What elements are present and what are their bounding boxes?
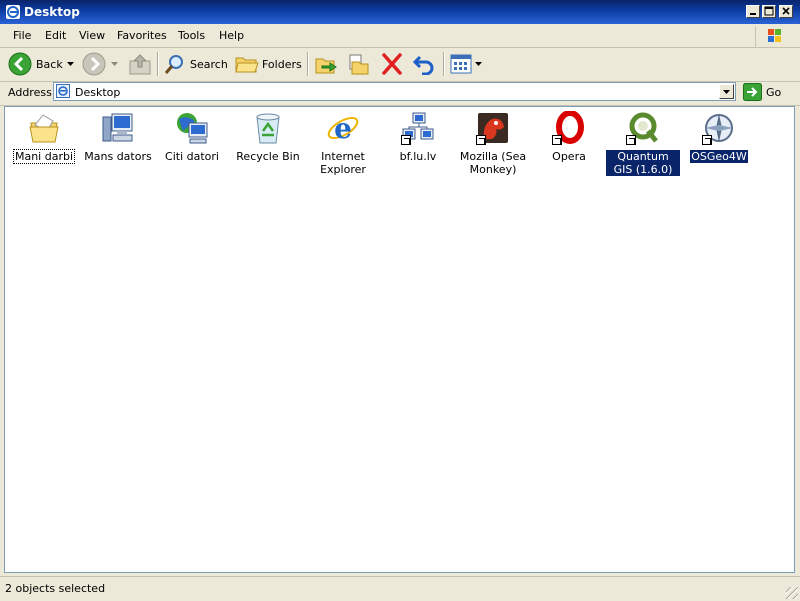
internet-explorer-icon: e	[327, 112, 359, 145]
search-button[interactable]: Search	[161, 50, 229, 78]
back-label: Back	[36, 58, 63, 71]
desktop-item-bf-lu-lv[interactable]: bf.lu.lv	[381, 111, 455, 163]
forward-button[interactable]	[80, 50, 124, 78]
back-arrow-icon	[8, 52, 32, 76]
move-to-folder-icon	[315, 58, 337, 74]
toolbar-separator	[157, 52, 159, 76]
item-label: Opera	[552, 150, 586, 163]
title-bar[interactable]: Desktop	[0, 0, 800, 24]
my-documents-icon	[29, 114, 59, 143]
svg-text:e: e	[334, 112, 352, 145]
address-value: Desktop	[75, 86, 121, 99]
menu-favorites[interactable]: Favorites	[117, 29, 167, 42]
chevron-down-icon	[475, 62, 482, 66]
address-dropdown-button[interactable]	[719, 84, 734, 99]
shortcut-arrow-icon	[476, 135, 486, 145]
toolbar: Back Search Folders	[0, 47, 800, 82]
windows-flag-icon	[768, 29, 781, 42]
search-icon	[164, 55, 183, 74]
go-label: Go	[766, 86, 782, 99]
desktop-item-recycle-bin[interactable]: Recycle Bin	[231, 111, 305, 163]
shortcut-arrow-icon	[702, 135, 712, 145]
maximize-button[interactable]	[762, 5, 776, 18]
address-bar: Address Desktop Go	[0, 81, 800, 106]
desktop-item-mans-dators[interactable]: Mans dators	[81, 111, 155, 163]
item-label: Quantum GIS (1.6.0)	[606, 150, 680, 176]
copy-to-folder-icon	[349, 54, 369, 75]
menu-bar: File Edit View Favorites Tools Help	[0, 25, 800, 48]
desktop-item-citi-datori[interactable]: Citi datori	[155, 111, 229, 163]
folders-button[interactable]: Folders	[233, 50, 302, 78]
item-label: Internet Explorer	[320, 150, 366, 176]
item-label: Mozilla (Sea Monkey)	[459, 150, 527, 176]
menu-tools[interactable]: Tools	[178, 29, 205, 42]
item-label: Mani darbi	[12, 149, 76, 164]
undo-icon	[412, 55, 434, 75]
copy-to-button[interactable]	[344, 50, 372, 78]
toolbar-separator	[307, 52, 309, 76]
windows-logo	[755, 26, 794, 47]
menu-edit[interactable]: Edit	[45, 29, 66, 42]
desktop-item-seamonkey[interactable]: Mozilla (Sea Monkey)	[456, 111, 530, 176]
views-button[interactable]	[448, 50, 484, 78]
my-computer-icon	[102, 113, 133, 142]
shortcut-arrow-icon	[552, 135, 562, 145]
delete-button[interactable]	[378, 50, 406, 78]
views-grid-icon	[450, 54, 472, 74]
chevron-down-icon	[111, 62, 118, 66]
minimize-icon	[750, 13, 756, 15]
item-label: Mans dators	[84, 150, 152, 163]
chevron-down-icon	[67, 62, 74, 66]
go-button[interactable]: Go	[741, 82, 796, 102]
undo-button[interactable]	[410, 50, 438, 78]
desktop-item-osgeo4w[interactable]: OSGeo4W	[682, 111, 756, 163]
toolbar-separator	[443, 52, 445, 76]
up-folder-icon	[129, 54, 151, 75]
search-label: Search	[190, 58, 228, 71]
resize-grip[interactable]	[786, 587, 798, 599]
item-label: bf.lu.lv	[399, 150, 437, 163]
window-title: Desktop	[24, 5, 80, 19]
menu-view[interactable]: View	[79, 29, 105, 42]
forward-arrow-icon	[82, 52, 106, 76]
address-input[interactable]: Desktop	[53, 82, 736, 101]
status-text: 2 objects selected	[5, 582, 106, 595]
desktop-item-opera[interactable]: Opera	[532, 110, 606, 163]
go-arrow-icon	[743, 83, 762, 101]
up-folder-button[interactable]	[126, 50, 154, 78]
explorer-window-icon	[6, 5, 20, 19]
folders-icon	[235, 57, 259, 73]
minimize-button[interactable]	[746, 5, 760, 18]
address-label: Address	[8, 86, 52, 99]
shortcut-arrow-icon	[626, 135, 636, 145]
item-label: Recycle Bin	[236, 150, 300, 163]
desktop-item-mani-darbi[interactable]: Mani darbi	[7, 111, 81, 164]
close-icon	[782, 7, 790, 15]
desktop-item-quantum-gis[interactable]: Quantum GIS (1.6.0)	[606, 111, 680, 176]
recycle-bin-icon	[256, 113, 280, 144]
network-places-icon	[177, 113, 208, 144]
back-button[interactable]: Back	[6, 50, 78, 78]
item-label: OSGeo4W	[690, 150, 748, 163]
desktop-item-internet-explorer[interactable]: e Internet Explorer	[306, 111, 380, 176]
maximize-icon	[764, 6, 774, 16]
item-label: Citi datori	[165, 150, 219, 163]
close-button[interactable]	[779, 5, 793, 18]
shortcut-arrow-icon	[401, 135, 411, 145]
delete-icon	[382, 53, 402, 75]
desktop-items-view[interactable]: Mani darbi Mans dators Citi datori Recyc…	[4, 106, 795, 573]
status-bar: 2 objects selected	[0, 576, 800, 601]
menu-help[interactable]: Help	[219, 29, 244, 42]
folders-label: Folders	[262, 58, 302, 71]
chevron-down-icon	[723, 90, 730, 94]
desktop-icon	[56, 84, 70, 98]
move-to-button[interactable]	[312, 50, 340, 78]
menu-file[interactable]: File	[13, 29, 31, 42]
